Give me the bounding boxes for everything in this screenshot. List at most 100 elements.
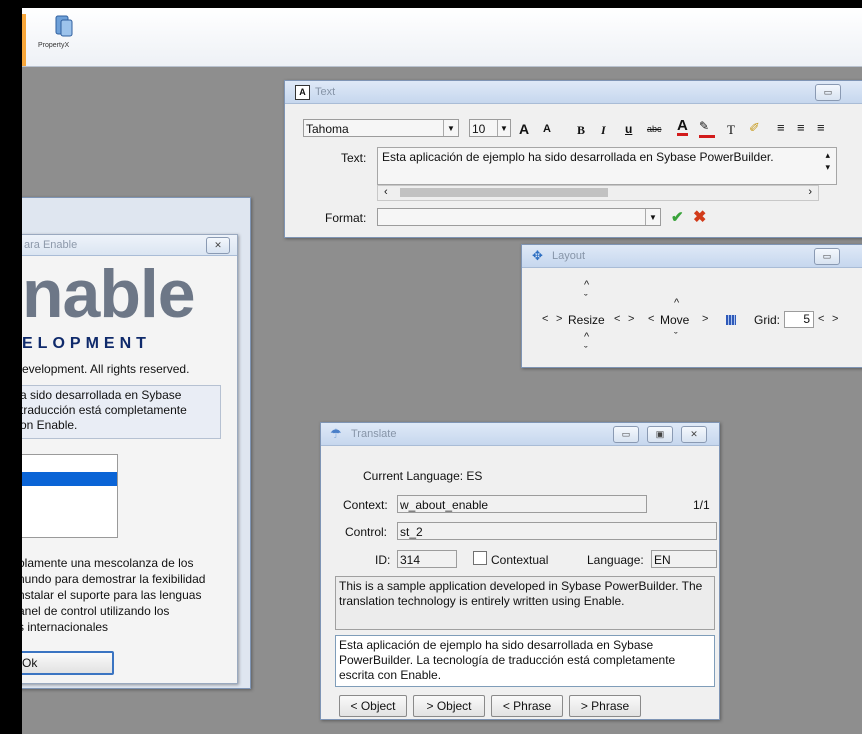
language-list[interactable] bbox=[22, 454, 118, 538]
align-left-icon[interactable]: ≡ bbox=[777, 120, 785, 135]
context-field[interactable]: w_about_enable bbox=[397, 495, 647, 513]
align-right-icon[interactable]: ≡ bbox=[817, 120, 825, 135]
strikethrough-icon[interactable]: abc bbox=[647, 124, 662, 134]
close-button[interactable]: ✕ bbox=[206, 237, 230, 254]
font-name-select[interactable]: Tahoma ▼ bbox=[303, 119, 459, 137]
close-button[interactable]: ✕ bbox=[681, 426, 707, 443]
about-window-title: ara Enable bbox=[24, 239, 78, 251]
close-icon: ✕ bbox=[690, 429, 698, 439]
scroll-left-icon[interactable]: ‹ bbox=[384, 186, 388, 199]
next-object-label: > Object bbox=[426, 699, 472, 713]
move-up-icon[interactable]: ^ bbox=[674, 297, 679, 309]
contextual-checkbox[interactable] bbox=[473, 551, 487, 565]
text-window-title: Text bbox=[315, 86, 336, 98]
bold-icon[interactable]: B bbox=[577, 123, 585, 138]
grid-decrease-icon[interactable]: < bbox=[818, 313, 824, 325]
chevron-down-icon[interactable]: ▼ bbox=[645, 209, 660, 225]
grid-icon[interactable] bbox=[726, 315, 736, 325]
translation-input[interactable]: Esta aplicación de ejemplo ha sido desar… bbox=[335, 635, 715, 687]
text-window-titlebar: A Text ▭ bbox=[285, 81, 862, 104]
control-value: st_2 bbox=[400, 525, 423, 539]
format-select[interactable]: ▼ bbox=[377, 208, 661, 226]
propertyx-button[interactable]: PropertyX bbox=[38, 14, 90, 64]
id-label: ID: bbox=[375, 553, 391, 567]
move-down-icon[interactable]: ˇ bbox=[674, 331, 678, 343]
object-counter: 1/1 bbox=[693, 498, 710, 512]
grow-font-icon[interactable]: A bbox=[519, 121, 529, 137]
grid-increase-icon[interactable]: > bbox=[832, 313, 838, 325]
chevron-down-icon[interactable]: ▼ bbox=[443, 120, 458, 136]
text-value-input[interactable]: Esta aplicación de ejemplo ha sido desar… bbox=[377, 147, 837, 185]
grid-input[interactable]: 5 bbox=[784, 311, 814, 328]
resize-up-icon[interactable]: ^ bbox=[584, 279, 589, 291]
align-center-icon[interactable]: ≡ bbox=[797, 120, 805, 135]
language-value: EN bbox=[654, 553, 671, 567]
id-field[interactable]: 314 bbox=[397, 550, 457, 568]
about-enable-window: ara Enable ✕ nable ELOPMENT evelopment. … bbox=[22, 197, 251, 689]
resize-down-icon[interactable]: ˇ bbox=[584, 345, 588, 357]
previous-phrase-label: < Phrase bbox=[502, 699, 552, 713]
main-toolbar: PropertyX bbox=[22, 8, 862, 67]
control-field[interactable]: st_2 bbox=[397, 522, 717, 540]
highlight-icon[interactable]: ✎ bbox=[699, 119, 715, 138]
next-object-button[interactable]: > Object bbox=[413, 695, 485, 717]
chevron-down-icon[interactable]: ▼ bbox=[497, 120, 510, 136]
source-text-box: This is a sample application developed i… bbox=[335, 576, 715, 630]
move-right-icon[interactable]: > bbox=[702, 313, 708, 325]
ok-label: Ok bbox=[22, 656, 38, 670]
desc-line: on Enable. bbox=[22, 418, 78, 432]
resize-right-icon[interactable]: > bbox=[556, 313, 562, 325]
layout-window-titlebar: ✥ Layout ▭ bbox=[522, 245, 862, 268]
translate-icon: ☂ bbox=[330, 426, 342, 441]
italic-icon[interactable]: I bbox=[601, 123, 606, 138]
move-left-icon[interactable]: < bbox=[648, 313, 654, 325]
underline-icon[interactable]: u bbox=[625, 122, 632, 136]
source-text: This is a sample application developed i… bbox=[339, 579, 703, 608]
apply-check-icon[interactable]: ✔ bbox=[671, 208, 684, 226]
resize-right-icon-2[interactable]: > bbox=[628, 313, 634, 325]
scroll-down-icon[interactable]: ▾ bbox=[825, 162, 830, 173]
translate-window: ☂ Translate ▭ ▣ ✕ Current Language: ES C… bbox=[320, 422, 720, 720]
text-window-icon: A bbox=[295, 85, 310, 100]
minimize-icon: ▭ bbox=[823, 87, 833, 97]
minimize-icon: ▭ bbox=[822, 251, 832, 261]
enable-logo-subtitle: ELOPMENT bbox=[22, 335, 151, 352]
font-size-select[interactable]: 10 ▼ bbox=[469, 119, 511, 137]
previous-phrase-button[interactable]: < Phrase bbox=[491, 695, 563, 717]
font-color-icon[interactable]: A bbox=[677, 118, 688, 136]
body-line: nundo para demostrar la fexibilidad bbox=[22, 572, 206, 586]
resize-label: Resize bbox=[568, 313, 605, 327]
previous-object-button[interactable]: < Object bbox=[339, 695, 407, 717]
maximize-button[interactable]: ▣ bbox=[647, 426, 673, 443]
scrollbar-thumb[interactable] bbox=[400, 188, 608, 197]
selected-toolbar-item[interactable] bbox=[22, 14, 26, 66]
id-value: 314 bbox=[400, 553, 421, 567]
ok-button[interactable]: Ok bbox=[22, 651, 114, 675]
resize-left-icon-2[interactable]: < bbox=[614, 313, 620, 325]
resize-down-small-icon[interactable]: ˇ bbox=[584, 293, 588, 305]
scroll-right-icon[interactable]: › bbox=[808, 186, 812, 199]
language-list-selected-item[interactable] bbox=[22, 472, 117, 486]
body-line: olamente una mescolanza de los bbox=[22, 556, 194, 570]
resize-left-icon[interactable]: < bbox=[542, 313, 548, 325]
text-value: Esta aplicación de ejemplo ha sido desar… bbox=[382, 150, 774, 164]
minimize-button[interactable]: ▭ bbox=[815, 84, 841, 101]
current-language-text: Current Language: ES bbox=[363, 469, 483, 483]
next-phrase-button[interactable]: > Phrase bbox=[569, 695, 641, 717]
copyright-text: evelopment. All rights reserved. bbox=[22, 362, 190, 376]
context-value: w_about_enable bbox=[400, 498, 489, 512]
cancel-x-icon[interactable]: ✖ bbox=[693, 207, 706, 227]
font-size-value: 10 bbox=[472, 122, 486, 136]
resize-up-icon-2[interactable]: ^ bbox=[584, 331, 589, 343]
language-field[interactable]: EN bbox=[651, 550, 717, 568]
minimize-button[interactable]: ▭ bbox=[613, 426, 639, 443]
control-label: Control: bbox=[345, 525, 388, 539]
minimize-button[interactable]: ▭ bbox=[814, 248, 840, 265]
shrink-font-icon[interactable]: A bbox=[543, 123, 551, 135]
horizontal-scrollbar[interactable]: ‹ › bbox=[377, 185, 819, 201]
scroll-up-icon[interactable]: ▴ bbox=[825, 150, 830, 161]
brush-icon[interactable]: ✐ bbox=[749, 120, 760, 136]
previous-object-label: < Object bbox=[350, 699, 396, 713]
text-tool-icon[interactable]: T bbox=[727, 122, 735, 138]
translate-window-title: Translate bbox=[351, 428, 397, 440]
